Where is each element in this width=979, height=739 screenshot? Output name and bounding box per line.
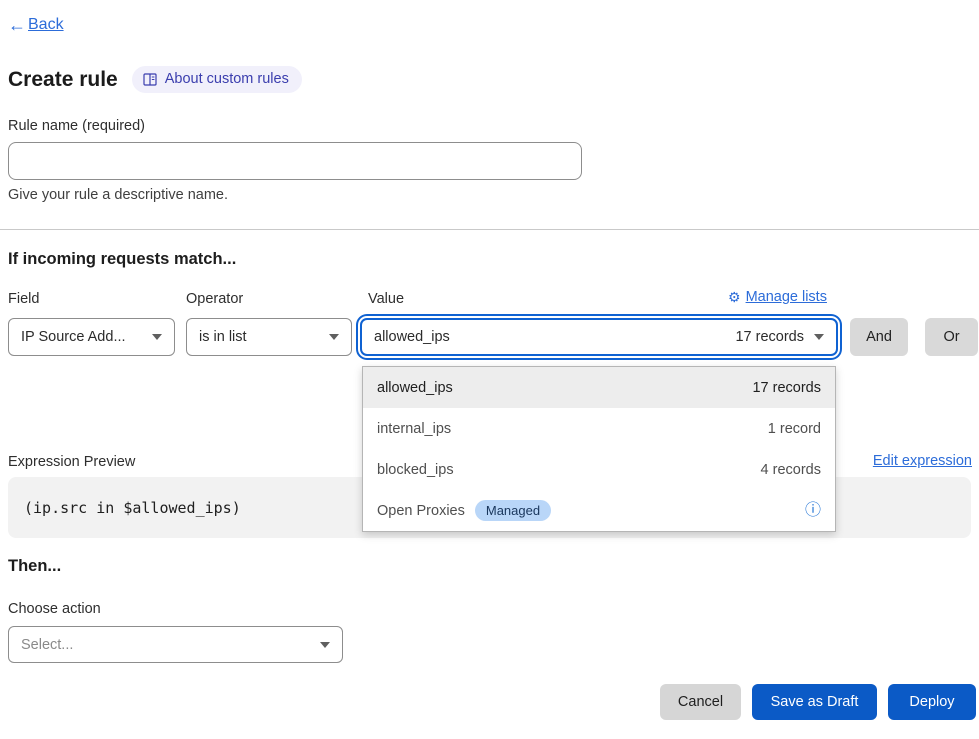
operator-select-value: is in list [199, 329, 247, 345]
managed-badge: Managed [475, 500, 551, 521]
expression-preview-label: Expression Preview [8, 454, 135, 470]
back-link-label[interactable]: Back [28, 16, 64, 34]
book-icon [143, 73, 158, 86]
gear-icon: ⚙ [728, 290, 741, 304]
chevron-down-icon [320, 642, 330, 648]
value-label: Value [368, 291, 404, 307]
list-item-meta: 1 record [768, 421, 821, 437]
field-label: Field [8, 291, 39, 307]
list-item-name: blocked_ips [377, 462, 454, 478]
operator-select[interactable]: is in list [186, 318, 352, 356]
back-arrow-icon: ← [8, 16, 26, 34]
dropdown-item-internal-ips[interactable]: internal_ips 1 record [363, 408, 835, 449]
list-item-name: allowed_ips [377, 380, 453, 396]
value-select[interactable]: allowed_ips 17 records [360, 318, 838, 356]
create-rule-page: ← Back Create rule About custom rules Ru… [0, 0, 979, 739]
dropdown-item-open-proxies[interactable]: Open Proxies Managed ⓘ [363, 490, 835, 531]
then-section-heading: Then... [8, 557, 61, 576]
rule-name-helper: Give your rule a descriptive name. [8, 187, 228, 203]
section-divider [0, 229, 979, 230]
rule-name-label: Rule name (required) [8, 118, 145, 134]
chevron-down-icon [152, 334, 162, 340]
choose-action-label: Choose action [8, 601, 101, 617]
back-link[interactable]: ← Back [8, 16, 64, 34]
action-select-placeholder: Select... [21, 637, 73, 653]
chevron-down-icon [814, 334, 824, 340]
manage-lists-link[interactable]: ⚙ Manage lists [728, 289, 827, 305]
edit-expression-link[interactable]: Edit expression [873, 453, 972, 469]
about-custom-rules-badge[interactable]: About custom rules [132, 66, 302, 93]
rule-name-input[interactable] [8, 142, 582, 180]
operator-label: Operator [186, 291, 243, 307]
or-button[interactable]: Or [925, 318, 978, 356]
page-title: Create rule [8, 68, 118, 92]
chevron-down-icon [329, 334, 339, 340]
list-item-meta: 4 records [761, 462, 821, 478]
save-as-draft-button[interactable]: Save as Draft [752, 684, 877, 720]
deploy-button[interactable]: Deploy [888, 684, 976, 720]
dropdown-item-allowed-ips[interactable]: allowed_ips 17 records [363, 367, 835, 408]
match-section-heading: If incoming requests match... [8, 250, 236, 269]
list-item-name: Open Proxies [377, 503, 465, 519]
title-row: Create rule About custom rules [8, 66, 302, 93]
about-badge-label: About custom rules [165, 71, 289, 87]
cancel-button[interactable]: Cancel [660, 684, 741, 720]
value-select-selected: allowed_ips [374, 329, 450, 345]
info-icon[interactable]: ⓘ [805, 503, 821, 519]
action-select[interactable]: Select... [8, 626, 343, 663]
list-item-meta: 17 records [752, 380, 821, 396]
list-item-name: internal_ips [377, 421, 451, 437]
value-dropdown: allowed_ips 17 records internal_ips 1 re… [362, 366, 836, 532]
field-select-value: IP Source Add... [21, 329, 126, 345]
dropdown-item-blocked-ips[interactable]: blocked_ips 4 records [363, 449, 835, 490]
value-select-meta: 17 records [735, 329, 804, 345]
expression-code: (ip.src in $allowed_ips) [8, 499, 241, 517]
manage-lists-label[interactable]: Manage lists [746, 289, 827, 305]
and-button[interactable]: And [850, 318, 908, 356]
field-select[interactable]: IP Source Add... [8, 318, 175, 356]
